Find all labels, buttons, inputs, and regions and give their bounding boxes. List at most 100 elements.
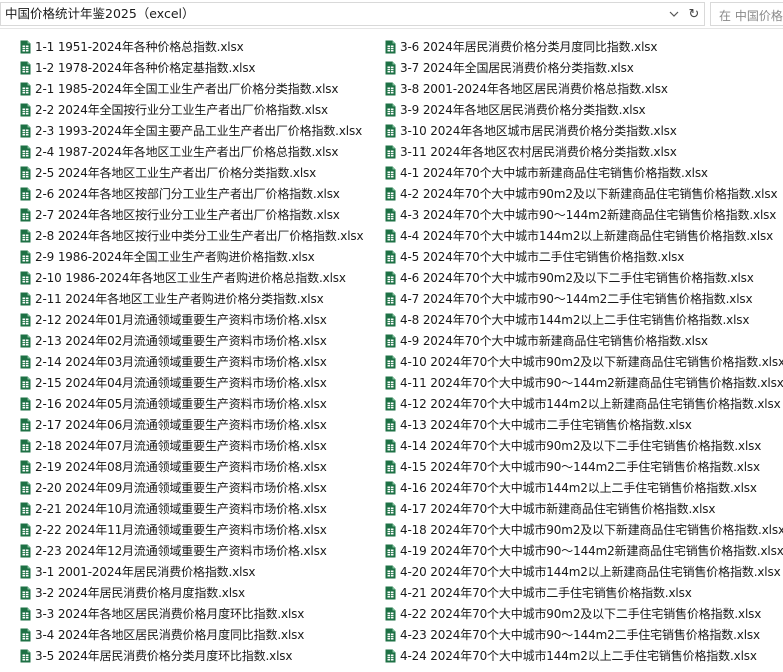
refresh-icon[interactable]: ↻ (684, 3, 704, 25)
excel-file-icon (385, 523, 396, 536)
excel-file-icon (385, 208, 396, 221)
file-item[interactable]: 3-10 2024年各地区城市居民消费价格分类指数.xlsx (385, 120, 783, 141)
file-name: 2-7 2024年各地区按行业分工业生产者出厂价格指数.xlsx (35, 207, 340, 222)
file-item[interactable]: 2-7 2024年各地区按行业分工业生产者出厂价格指数.xlsx (20, 204, 363, 225)
file-item[interactable]: 3-11 2024年各地区农村居民消费价格分类指数.xlsx (385, 141, 783, 162)
file-item[interactable]: 2-23 2024年12月流通领域重要生产资料市场价格.xlsx (20, 540, 363, 561)
file-item[interactable]: 4-1 2024年70个大中城市新建商品住宅销售价格指数.xlsx (385, 162, 783, 183)
file-item[interactable]: 4-17 2024年70个大中城市新建商品住宅销售价格指数.xlsx (385, 498, 783, 519)
file-item[interactable]: 2-1 1985-2024年全国工业生产者出厂价格分类指数.xlsx (20, 78, 363, 99)
excel-file-icon (20, 418, 31, 431)
file-item[interactable]: 4-4 2024年70个大中城市144m2以上新建商品住宅销售价格指数.xlsx (385, 225, 783, 246)
file-name: 4-5 2024年70个大中城市二手住宅销售价格指数.xlsx (400, 249, 685, 264)
file-item[interactable]: 2-17 2024年06月流通领域重要生产资料市场价格.xlsx (20, 414, 363, 435)
file-item[interactable]: 4-14 2024年70个大中城市90m2及以下二手住宅销售价格指数.xlsx (385, 435, 783, 456)
address-path-field[interactable]: 中国价格统计年鉴2025（excel） ↻ (0, 2, 705, 26)
file-item[interactable]: 2-5 2024年各地区工业生产者出厂价格分类指数.xlsx (20, 162, 363, 183)
file-item[interactable]: 3-7 2024年全国居民消费价格分类指数.xlsx (385, 57, 783, 78)
file-item[interactable]: 2-6 2024年各地区按部门分工业生产者出厂价格指数.xlsx (20, 183, 363, 204)
file-name: 3-3 2024年各地区居民消费价格月度环比指数.xlsx (35, 606, 305, 621)
excel-file-icon (385, 166, 396, 179)
file-item[interactable]: 4-16 2024年70个大中城市144m2以上二手住宅销售价格指数.xlsx (385, 477, 783, 498)
excel-file-icon (20, 376, 31, 389)
search-input[interactable]: 在 中国价格 (710, 2, 783, 26)
file-item[interactable]: 4-24 2024年70个大中城市144m2以上二手住宅销售价格指数.xlsx (385, 645, 783, 666)
excel-file-icon (20, 40, 31, 53)
file-item[interactable]: 2-2 2024年全国按行业分工业生产者出厂价格指数.xlsx (20, 99, 363, 120)
file-item[interactable]: 3-4 2024年各地区居民消费价格月度同比指数.xlsx (20, 624, 363, 645)
file-item[interactable]: 4-15 2024年70个大中城市90～144m2二手住宅销售价格指数.xlsx (385, 456, 783, 477)
excel-file-icon (385, 376, 396, 389)
file-item[interactable]: 2-8 2024年各地区按行业中类分工业生产者出厂价格指数.xlsx (20, 225, 364, 246)
file-item[interactable]: 1-2 1978-2024年各种价格定基指数.xlsx (20, 57, 363, 78)
file-item[interactable]: 4-7 2024年70个大中城市90～144m2二手住宅销售价格指数.xlsx (385, 288, 783, 309)
file-item[interactable]: 3-2 2024年居民消费价格月度指数.xlsx (20, 582, 363, 603)
excel-file-icon (385, 103, 396, 116)
file-item[interactable]: 2-20 2024年09月流通领域重要生产资料市场价格.xlsx (20, 477, 363, 498)
file-item[interactable]: 2-18 2024年07月流通领域重要生产资料市场价格.xlsx (20, 435, 363, 456)
excel-file-icon (20, 250, 31, 263)
file-item[interactable]: 2-16 2024年05月流通领域重要生产资料市场价格.xlsx (20, 393, 363, 414)
file-item[interactable]: 2-12 2024年01月流通领域重要生产资料市场价格.xlsx (20, 309, 363, 330)
file-name: 3-8 2001-2024年各地区居民消费价格总指数.xlsx (400, 81, 668, 96)
file-item[interactable]: 2-14 2024年03月流通领域重要生产资料市场价格.xlsx (20, 351, 363, 372)
file-item[interactable]: 4-9 2024年70个大中城市新建商品住宅销售价格指数.xlsx (385, 330, 783, 351)
file-item[interactable]: 3-6 2024年居民消费价格分类月度同比指数.xlsx (385, 36, 783, 57)
file-item[interactable]: 4-3 2024年70个大中城市90～144m2新建商品住宅销售价格指数.xls… (385, 204, 783, 225)
file-item[interactable]: 4-20 2024年70个大中城市144m2以上新建商品住宅销售价格指数.xls… (385, 561, 783, 582)
file-name: 2-6 2024年各地区按部门分工业生产者出厂价格指数.xlsx (35, 186, 340, 201)
file-name: 4-3 2024年70个大中城市90～144m2新建商品住宅销售价格指数.xls… (400, 207, 777, 222)
file-item[interactable]: 3-9 2024年各地区居民消费价格分类指数.xlsx (385, 99, 783, 120)
file-item[interactable]: 4-5 2024年70个大中城市二手住宅销售价格指数.xlsx (385, 246, 783, 267)
excel-file-icon (20, 649, 31, 662)
address-bar: 中国价格统计年鉴2025（excel） ↻ 在 中国价格 (0, 0, 783, 29)
file-item[interactable]: 3-3 2024年各地区居民消费价格月度环比指数.xlsx (20, 603, 363, 624)
file-item[interactable]: 3-1 2001-2024年居民消费价格指数.xlsx (20, 561, 363, 582)
excel-file-icon (385, 82, 396, 95)
file-item[interactable]: 4-11 2024年70个大中城市90～144m2新建商品住宅销售价格指数.xl… (385, 372, 783, 393)
file-item[interactable]: 4-12 2024年70个大中城市144m2以上新建商品住宅销售价格指数.xls… (385, 393, 783, 414)
file-item[interactable]: 4-13 2024年70个大中城市二手住宅销售价格指数.xlsx (385, 414, 783, 435)
excel-file-icon (20, 229, 31, 242)
file-name: 4-22 2024年70个大中城市90m2及以下二手住宅销售价格指数.xlsx (400, 606, 762, 621)
file-item[interactable]: 2-3 1993-2024年全国主要产品工业生产者出厂价格指数.xlsx (20, 120, 363, 141)
excel-file-icon (20, 607, 31, 620)
file-item[interactable]: 4-10 2024年70个大中城市90m2及以下新建商品住宅销售价格指数.xls… (385, 351, 783, 372)
excel-file-icon (385, 229, 396, 242)
file-item[interactable]: 2-13 2024年02月流通领域重要生产资料市场价格.xlsx (20, 330, 363, 351)
file-item[interactable]: 4-2 2024年70个大中城市90m2及以下新建商品住宅销售价格指数.xlsx (385, 183, 783, 204)
file-item[interactable]: 4-19 2024年70个大中城市90～144m2新建商品住宅销售价格指数.xl… (385, 540, 783, 561)
file-item[interactable]: 2-10 1986-2024年各地区工业生产者购进价格总指数.xlsx (20, 267, 363, 288)
file-name: 4-14 2024年70个大中城市90m2及以下二手住宅销售价格指数.xlsx (400, 438, 762, 453)
file-item[interactable]: 4-18 2024年70个大中城市90m2及以下新建商品住宅销售价格指数.xls… (385, 519, 783, 540)
file-item[interactable]: 2-9 1986-2024年全国工业生产者购进价格指数.xlsx (20, 246, 363, 267)
file-item[interactable]: 2-19 2024年08月流通领域重要生产资料市场价格.xlsx (20, 456, 363, 477)
file-item[interactable]: 2-21 2024年10月流通领域重要生产资料市场价格.xlsx (20, 498, 363, 519)
file-name: 3-7 2024年全国居民消费价格分类指数.xlsx (400, 60, 634, 75)
file-item[interactable]: 2-15 2024年04月流通领域重要生产资料市场价格.xlsx (20, 372, 363, 393)
file-name: 2-23 2024年12月流通领域重要生产资料市场价格.xlsx (35, 543, 327, 558)
file-item[interactable]: 4-23 2024年70个大中城市90～144m2二手住宅销售价格指数.xlsx (385, 624, 783, 645)
excel-file-icon (385, 145, 396, 158)
file-item[interactable]: 3-8 2001-2024年各地区居民消费价格总指数.xlsx (385, 78, 783, 99)
excel-file-icon (385, 418, 396, 431)
file-item[interactable]: 2-11 2024年各地区工业生产者购进价格分类指数.xlsx (20, 288, 363, 309)
file-item[interactable]: 4-21 2024年70个大中城市二手住宅销售价格指数.xlsx (385, 582, 783, 603)
excel-file-icon (20, 565, 31, 578)
file-item[interactable]: 2-22 2024年11月流通领域重要生产资料市场价格.xlsx (20, 519, 363, 540)
file-name: 2-11 2024年各地区工业生产者购进价格分类指数.xlsx (35, 291, 324, 306)
file-item[interactable]: 2-4 1987-2024年各地区工业生产者出厂价格总指数.xlsx (20, 141, 363, 162)
file-item[interactable]: 3-5 2024年居民消费价格分类月度环比指数.xlsx (20, 645, 363, 666)
excel-file-icon (20, 82, 31, 95)
file-name: 2-15 2024年04月流通领域重要生产资料市场价格.xlsx (35, 375, 327, 390)
file-column-left: 1-1 1951-2024年各种价格总指数.xlsx 1-2 1978-2024年… (20, 36, 364, 666)
file-item[interactable]: 1-1 1951-2024年各种价格总指数.xlsx (20, 36, 363, 57)
file-item[interactable]: 4-8 2024年70个大中城市144m2以上二手住宅销售价格指数.xlsx (385, 309, 783, 330)
excel-file-icon (385, 40, 396, 53)
chevron-down-icon[interactable] (664, 3, 684, 25)
file-name: 2-10 1986-2024年各地区工业生产者购进价格总指数.xlsx (35, 270, 346, 285)
file-name: 2-17 2024年06月流通领域重要生产资料市场价格.xlsx (35, 417, 327, 432)
excel-file-icon (385, 502, 396, 515)
file-item[interactable]: 4-22 2024年70个大中城市90m2及以下二手住宅销售价格指数.xlsx (385, 603, 783, 624)
file-item[interactable]: 4-6 2024年70个大中城市90m2及以下二手住宅销售价格指数.xlsx (385, 267, 783, 288)
